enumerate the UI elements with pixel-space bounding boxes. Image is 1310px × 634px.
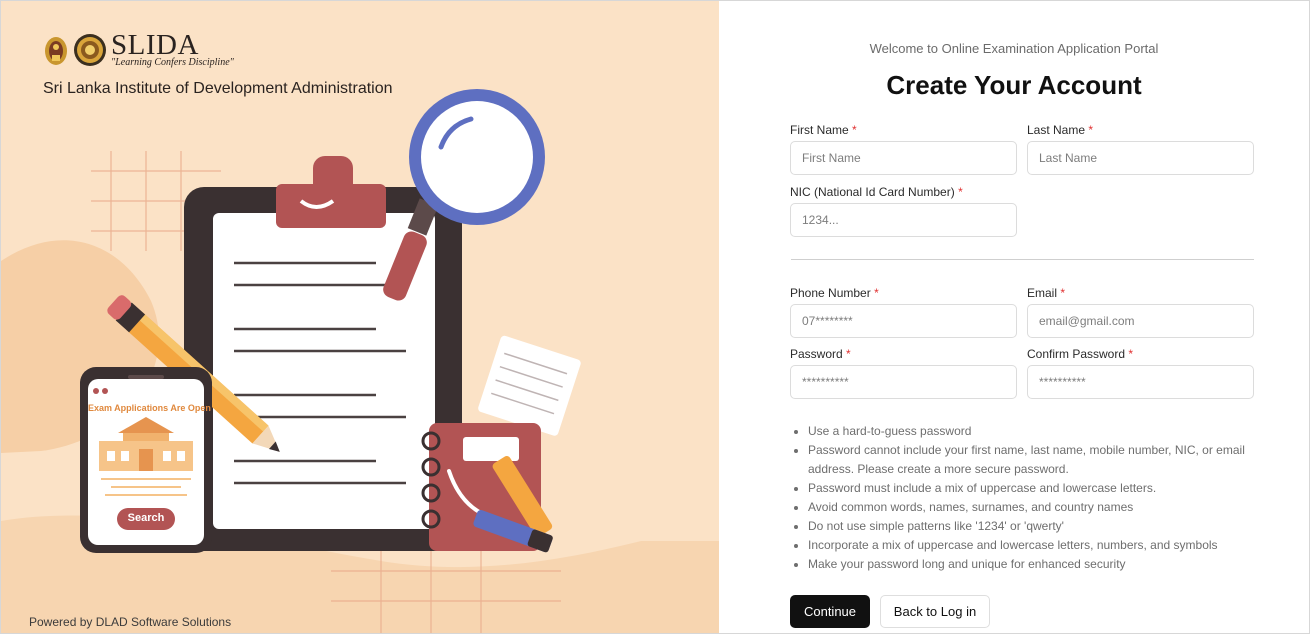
required-mark: * — [1088, 123, 1094, 137]
password-rule: Password must include a mix of uppercase… — [808, 479, 1278, 498]
email-label: Email * — [1027, 286, 1066, 300]
password-rule: Password cannot include your first name,… — [808, 441, 1278, 479]
page-frame: Exam Applications Are Open Search SLIDA … — [0, 0, 1310, 634]
confirm-password-group: Confirm Password * — [1027, 347, 1254, 399]
page-title: Create Your Account — [886, 70, 1142, 100]
required-mark: * — [958, 185, 963, 199]
nic-label: NIC (National Id Card Number) * — [790, 185, 963, 199]
required-mark: * — [846, 347, 851, 361]
last-name-label: Last Name * — [1027, 123, 1094, 137]
required-mark: * — [1128, 347, 1134, 361]
confirm-password-input[interactable] — [1027, 365, 1254, 399]
continue-button[interactable]: Continue — [790, 595, 870, 628]
seal-icon — [74, 33, 106, 66]
required-mark: * — [852, 123, 857, 137]
first-name-input[interactable] — [790, 141, 1017, 175]
email-group: Email * — [1027, 286, 1254, 338]
phone-search-label: Search — [127, 512, 165, 524]
nic-input[interactable] — [790, 203, 1017, 237]
illustration-panel: Exam Applications Are Open Search SLIDA … — [1, 1, 719, 633]
welcome-text: Welcome to Online Examination Applicatio… — [869, 41, 1159, 56]
brand-block: SLIDA "Learning Confers Discipline" — [111, 31, 234, 68]
last-name-input[interactable] — [1027, 141, 1254, 175]
confirm-password-label: Confirm Password * — [1027, 347, 1134, 361]
phone-heading: Exam Applications Are Open — [88, 403, 211, 413]
phone-group: Phone Number * — [790, 286, 1017, 338]
brand-name: SLIDA — [111, 29, 199, 61]
first-name-group: First Name * — [790, 123, 1017, 175]
email-input[interactable] — [1027, 304, 1254, 338]
password-input[interactable] — [790, 365, 1017, 399]
password-group: Password * — [790, 347, 1017, 399]
password-rules: Use a hard-to-guess password Password ca… — [789, 422, 1278, 574]
phone-input[interactable] — [790, 304, 1017, 338]
password-rule: Use a hard-to-guess password — [808, 422, 1278, 441]
required-mark: * — [1060, 286, 1066, 300]
crest-icon — [45, 36, 67, 65]
last-name-group: Last Name * — [1027, 123, 1254, 175]
powered-by: Powered by DLAD Software Solutions — [29, 615, 232, 629]
institute-name: Sri Lanka Institute of Development Admin… — [43, 80, 393, 97]
password-label: Password * — [790, 347, 851, 361]
phone-label: Phone Number * — [790, 286, 879, 300]
brand-tagline: "Learning Confers Discipline" — [111, 57, 234, 68]
password-rule: Make your password long and unique for e… — [808, 555, 1278, 574]
divider — [791, 259, 1254, 260]
logo: SLIDA "Learning Confers Discipline" — [43, 31, 234, 68]
required-mark: * — [874, 286, 879, 300]
password-rule: Do not use simple patterns like '1234' o… — [808, 517, 1278, 536]
first-name-label: First Name * — [790, 123, 857, 137]
back-to-login-button[interactable]: Back to Log in — [880, 595, 990, 628]
nic-group: NIC (National Id Card Number) * — [790, 185, 1017, 237]
password-rule: Avoid common words, names, surnames, and… — [808, 498, 1278, 517]
password-rule: Incorporate a mix of uppercase and lower… — [808, 536, 1278, 555]
